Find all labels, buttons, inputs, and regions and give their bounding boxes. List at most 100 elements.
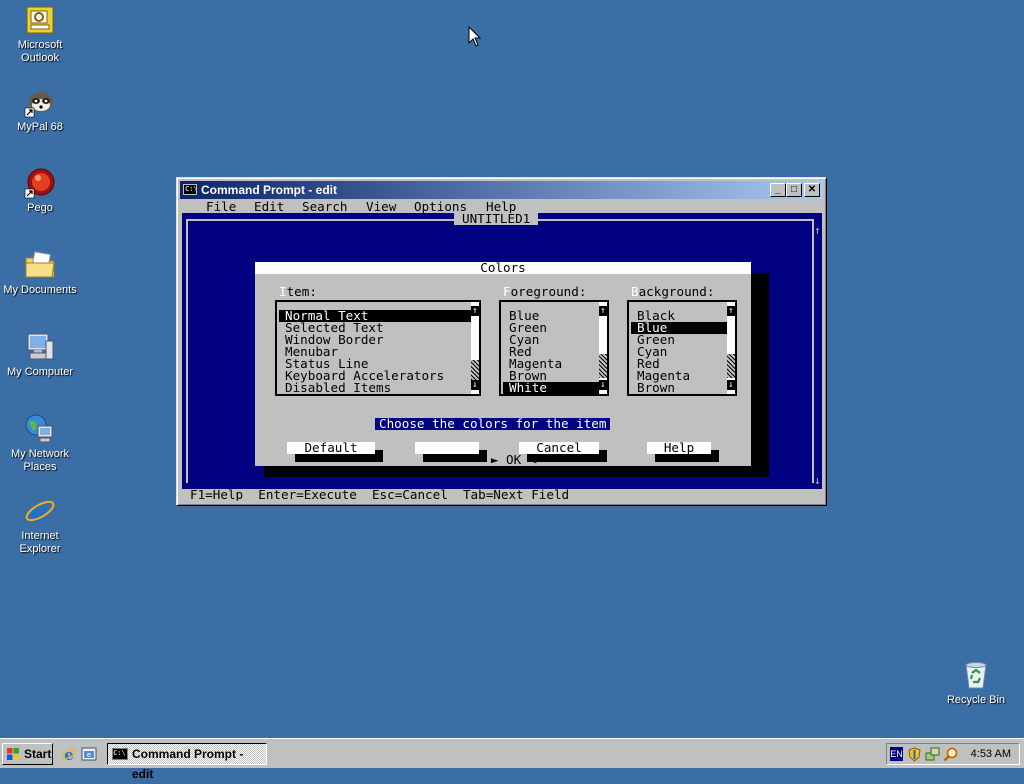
ok-button[interactable]: ► OK ◄ <box>415 442 536 466</box>
security-shield-icon[interactable] <box>907 747 922 762</box>
menu-search[interactable]: Search <box>302 201 348 213</box>
desktop-icon-label: Pego <box>27 202 53 214</box>
item-label: Item: <box>279 284 317 299</box>
scroll-down-arrow-icon[interactable]: ↓ <box>727 380 735 390</box>
system-tray: EN 4:53 AM <box>886 743 1020 765</box>
show-desktop-icon[interactable]: e <box>81 746 97 762</box>
search-magnifier-icon[interactable] <box>943 747 958 762</box>
desktop-icon-label: Internet <box>21 530 59 542</box>
maximize-button[interactable]: □ <box>786 183 802 197</box>
recycle-bin-icon <box>960 659 992 691</box>
taskbar-command-prompt-button[interactable]: C:\ Command Prompt - edit <box>107 743 267 781</box>
background-label: Background: <box>631 284 715 299</box>
background-label-text: ackground: <box>638 284 715 299</box>
desktop-icon-label: MyPal 68 <box>17 121 63 133</box>
console-app-icon: C:\ <box>183 184 198 195</box>
console-app-icon: C:\ <box>112 748 128 760</box>
desktop-icon-network-places[interactable]: My Network Places <box>2 413 78 474</box>
mouse-cursor-icon <box>468 26 482 47</box>
list-item[interactable]: White <box>503 381 601 394</box>
background-label-hotkey: B <box>631 284 639 299</box>
internet-explorer-icon: e <box>24 495 56 530</box>
svg-text:e: e <box>87 751 91 759</box>
scroll-up-arrow-icon[interactable]: ↑ <box>471 306 479 316</box>
dialog-title: Colors <box>255 261 751 274</box>
pego-icon <box>24 167 56 199</box>
item-label-text: tem: <box>286 284 317 299</box>
window-titlebar[interactable]: C:\ Command Prompt - edit _ □ ✕ <box>180 181 823 199</box>
desktop-icon-label: Outlook <box>21 52 59 64</box>
windows-flag-icon <box>7 748 19 760</box>
command-prompt-window[interactable]: C:\ Command Prompt - edit _ □ ✕ File Edi… <box>176 177 827 506</box>
default-button[interactable]: Default <box>287 441 375 454</box>
desktop-icon-my-computer[interactable]: My Computer <box>2 331 78 379</box>
folder-documents-icon <box>24 249 56 281</box>
item-list-scrollbar[interactable]: ↑ ↓ <box>471 302 479 394</box>
language-indicator[interactable]: EN <box>890 747 903 761</box>
desktop-icon-label: Places <box>23 461 57 473</box>
document-title: UNTITLED1 <box>454 212 539 225</box>
foreground-label-hotkey: F <box>503 284 511 299</box>
window-title: Command Prompt - edit <box>201 183 338 197</box>
desktop-icon-label: Recycle Bin <box>946 694 1006 706</box>
scroll-down-arrow-icon[interactable]: ↓ <box>471 380 479 390</box>
raccoon-icon <box>24 86 56 118</box>
scroll-down-arrow-icon[interactable]: ↓ <box>599 380 607 390</box>
svg-text:e: e <box>64 746 74 762</box>
help-button[interactable]: Help <box>647 441 711 454</box>
list-item[interactable]: Brown <box>637 381 675 394</box>
cancel-button[interactable]: Cancel <box>519 441 599 454</box>
editor-vertical-scrollbar[interactable]: ↑ ↓ <box>814 225 822 489</box>
menu-file[interactable]: File <box>206 201 236 213</box>
network-activity-icon[interactable] <box>925 747 940 762</box>
scroll-up-arrow-icon[interactable]: ↑ <box>727 306 735 316</box>
start-label: Start <box>24 747 52 761</box>
svg-text:e: e <box>30 495 49 527</box>
desktop-icon-label: My Network <box>10 448 70 460</box>
item-label-hotkey: I <box>279 284 287 299</box>
scroll-down-arrow-icon[interactable]: ↓ <box>814 475 821 487</box>
background-list-scrollbar[interactable]: ↑ ↓ <box>727 302 735 394</box>
desktop-icon-label: My Documents <box>3 284 77 296</box>
start-button[interactable]: Start <box>2 743 53 765</box>
desktop-icon-label: Microsoft <box>17 39 63 51</box>
network-places-icon <box>24 413 56 445</box>
foreground-list-scrollbar[interactable]: ↑ ↓ <box>599 302 607 394</box>
foreground-listbox[interactable]: Blue Green Cyan Red Magenta Brown White … <box>499 300 609 396</box>
scroll-thumb[interactable] <box>727 354 735 378</box>
desktop-icon-outlook[interactable]: Microsoft Outlook <box>2 4 78 65</box>
menu-options[interactable]: Options <box>414 201 467 213</box>
desktop-icon-pego[interactable]: Pego <box>2 167 78 215</box>
edit-status-bar: F1=Help Enter=Execute Esc=Cancel Tab=Nex… <box>182 487 822 501</box>
foreground-label: Foreground: <box>503 284 587 299</box>
desktop-icon-label: My Computer <box>6 366 74 378</box>
scroll-up-arrow-icon[interactable]: ↑ <box>599 306 607 316</box>
menu-view[interactable]: View <box>366 201 396 213</box>
desktop-icon-recycle-bin[interactable]: Recycle Bin <box>938 659 1014 707</box>
menu-edit[interactable]: Edit <box>254 201 284 213</box>
foreground-label-text: oreground: <box>510 284 587 299</box>
computer-icon <box>24 331 56 363</box>
desktop-icon-internet-explorer[interactable]: e Internet Explorer <box>2 495 78 556</box>
internet-explorer-icon[interactable]: e <box>61 746 77 762</box>
item-listbox[interactable]: Normal Text Selected Text Window Border … <box>275 300 481 396</box>
minimize-button[interactable]: _ <box>770 183 786 197</box>
scroll-up-arrow-icon[interactable]: ↑ <box>814 225 821 237</box>
taskbar: Start e e C:\ Command Prompt - edit EN 4… <box>0 738 1024 781</box>
scroll-thumb[interactable] <box>599 354 607 378</box>
status-bar-text: F1=Help Enter=Execute Esc=Cancel Tab=Nex… <box>190 487 570 501</box>
colors-dialog: Colors Item: Foreground: Background: Nor… <box>255 261 751 466</box>
task-label: Command Prompt - edit <box>132 747 244 781</box>
clock[interactable]: 4:53 AM <box>971 744 1011 764</box>
background-listbox[interactable]: Black Blue Green Cyan Red Magenta Brown … <box>627 300 737 396</box>
console-area[interactable]: File Edit Search View Options Help UNTIT… <box>182 201 822 501</box>
desktop-icon-mypal[interactable]: MyPal 68 <box>2 86 78 134</box>
editor-area[interactable]: UNTITLED1 ↑ ↓ Colors Item: Foreground: B… <box>182 212 822 489</box>
list-item[interactable]: Disabled Items <box>285 381 391 394</box>
ok-button-label: OK <box>506 452 522 467</box>
desktop-icon-my-documents[interactable]: My Documents <box>2 249 78 297</box>
close-button[interactable]: ✕ <box>804 183 820 197</box>
dialog-hint: Choose the colors for the item <box>375 417 611 430</box>
outlook-icon <box>24 4 56 36</box>
desktop-icon-label: Explorer <box>19 543 61 555</box>
